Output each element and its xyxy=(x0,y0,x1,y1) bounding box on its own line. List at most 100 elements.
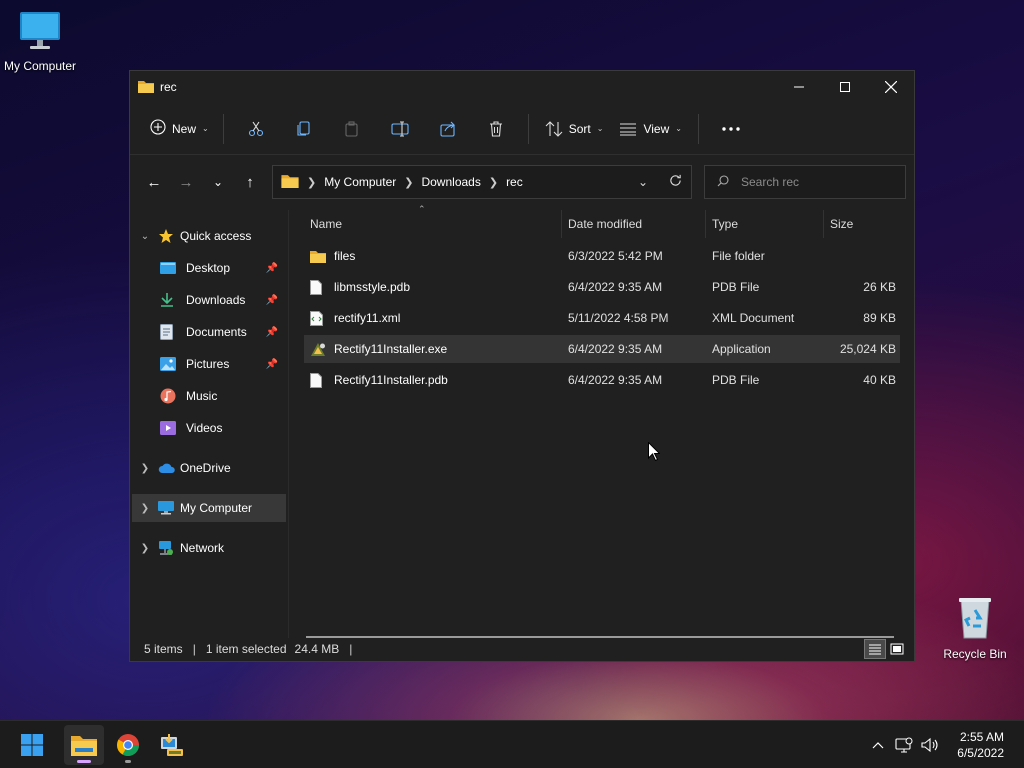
nav-quick-access[interactable]: ⌄ Quick access xyxy=(132,222,286,250)
breadcrumb-chevron-icon[interactable]: ❯ xyxy=(404,176,413,189)
more-options-button[interactable] xyxy=(707,113,755,145)
recent-locations-button[interactable]: ⌄ xyxy=(202,166,234,198)
column-header-name[interactable]: Name xyxy=(304,210,562,238)
nav-downloads[interactable]: Downloads 📌 xyxy=(132,286,286,314)
pin-icon[interactable]: 📌 xyxy=(266,263,278,274)
chevron-down-icon[interactable]: ⌄ xyxy=(132,231,158,242)
details-view-button[interactable] xyxy=(864,639,886,659)
column-header-type[interactable]: Type xyxy=(706,210,824,238)
desktop-my-computer[interactable]: My Computer xyxy=(0,10,80,73)
breadcrumb-downloads[interactable]: Downloads xyxy=(421,175,480,189)
file-row[interactable]: files 6/3/2022 5:42 PM File folder xyxy=(304,242,900,270)
up-button[interactable]: ↑ xyxy=(234,166,266,198)
nav-onedrive[interactable]: ❯ OneDrive xyxy=(132,454,286,482)
nav-documents[interactable]: Documents 📌 xyxy=(132,318,286,346)
breadcrumb-my-computer[interactable]: My Computer xyxy=(324,175,396,189)
breadcrumb-chevron-icon[interactable]: ❯ xyxy=(489,176,498,189)
sort-button[interactable]: Sort ⌄ xyxy=(537,113,612,145)
nav-label: Documents xyxy=(186,325,247,339)
trash-icon xyxy=(489,120,502,137)
close-button[interactable] xyxy=(868,71,914,103)
breadcrumb-chevron-icon[interactable]: ❯ xyxy=(307,176,316,189)
search-input[interactable] xyxy=(741,175,891,189)
star-icon xyxy=(158,228,178,244)
pin-icon[interactable]: 📌 xyxy=(266,295,278,306)
breadcrumb-rec[interactable]: rec xyxy=(506,175,523,189)
clock[interactable]: 2:55 AM 6/5/2022 xyxy=(957,729,1004,761)
new-button[interactable]: New ⌄ xyxy=(144,113,215,145)
command-bar: New ⌄ Sort ⌄ View ⌄ xyxy=(130,103,914,155)
clock-date: 6/5/2022 xyxy=(957,746,1004,760)
nav-label: OneDrive xyxy=(180,461,231,475)
desktop-icon xyxy=(160,261,180,275)
large-icons-view-button[interactable] xyxy=(886,639,908,659)
start-button[interactable] xyxy=(12,725,52,765)
installer-icon xyxy=(161,733,183,756)
taskbar-installer[interactable] xyxy=(152,725,192,765)
nav-my-computer[interactable]: ❯ My Computer xyxy=(132,494,286,522)
taskbar-file-explorer[interactable] xyxy=(64,724,104,765)
selection-count: 1 item selected xyxy=(205,642,287,656)
folder-icon xyxy=(281,173,299,191)
nav-pictures[interactable]: Pictures 📌 xyxy=(132,350,286,378)
clock-time: 2:55 AM xyxy=(959,730,1004,744)
back-button[interactable]: ← xyxy=(138,166,170,198)
pin-icon[interactable]: 📌 xyxy=(266,359,278,370)
nav-videos[interactable]: Videos xyxy=(132,414,286,442)
column-headers: Name Date modified Type Size xyxy=(304,210,906,238)
music-icon xyxy=(160,388,180,404)
title-bar[interactable]: rec xyxy=(130,71,914,103)
file-date: 6/4/2022 9:35 AM xyxy=(568,280,663,294)
arrow-right-icon: → xyxy=(178,173,194,191)
show-hidden-icons-chevron-up-icon[interactable] xyxy=(865,741,891,749)
copy-button[interactable] xyxy=(280,113,328,145)
view-button[interactable]: View ⌄ xyxy=(611,113,690,145)
file-row[interactable]: rectify11.xml 5/11/2022 4:58 PM XML Docu… xyxy=(304,304,900,332)
chevron-right-icon[interactable]: ❯ xyxy=(132,503,158,514)
file-date: 6/4/2022 9:35 AM xyxy=(568,373,663,387)
nav-desktop[interactable]: Desktop 📌 xyxy=(132,254,286,282)
column-header-size[interactable]: Size xyxy=(824,210,900,238)
status-separator: | xyxy=(192,642,196,656)
chevron-down-icon: ⌄ xyxy=(202,124,209,133)
delete-button[interactable] xyxy=(472,113,520,145)
close-icon xyxy=(885,81,897,93)
nav-network[interactable]: ❯ Network xyxy=(132,534,286,562)
file-type: PDB File xyxy=(712,280,760,294)
forward-button[interactable]: → xyxy=(170,166,202,198)
maximize-button[interactable] xyxy=(822,71,868,103)
refresh-button[interactable] xyxy=(659,174,691,190)
pictures-icon xyxy=(160,357,180,371)
taskbar-chrome[interactable] xyxy=(108,725,148,765)
address-bar[interactable]: ❯ My Computer ❯ Downloads ❯ rec ⌄ xyxy=(272,165,692,199)
plus-circle-icon xyxy=(150,119,166,138)
desktop-recycle-bin[interactable]: Recycle Bin xyxy=(935,596,1015,661)
volume-icon[interactable] xyxy=(917,737,943,753)
nav-label: Videos xyxy=(186,421,223,435)
share-button[interactable] xyxy=(424,113,472,145)
app-icon xyxy=(310,342,328,357)
network-status-icon[interactable] xyxy=(891,737,917,753)
chevron-right-icon[interactable]: ❯ xyxy=(132,543,158,554)
minimize-button[interactable] xyxy=(776,71,822,103)
column-header-date[interactable]: Date modified xyxy=(562,210,706,238)
file-type: File folder xyxy=(712,249,765,263)
file-row-selected[interactable]: Rectify11Installer.exe 6/4/2022 9:35 AM … xyxy=(304,335,900,363)
cut-button[interactable] xyxy=(232,113,280,145)
nav-music[interactable]: Music xyxy=(132,382,286,410)
arrow-up-icon: ↑ xyxy=(246,173,254,191)
file-row[interactable]: libmsstyle.pdb 6/4/2022 9:35 AM PDB File… xyxy=(304,273,900,301)
pin-icon[interactable]: 📌 xyxy=(266,327,278,338)
desktop-my-computer-label: My Computer xyxy=(3,59,77,73)
address-dropdown-chevron-icon[interactable]: ⌄ xyxy=(627,175,659,189)
paste-button[interactable] xyxy=(328,113,376,145)
file-row[interactable]: Rectify11Installer.pdb 6/4/2022 9:35 AM … xyxy=(304,366,900,394)
search-box[interactable] xyxy=(704,165,906,199)
file-explorer-icon xyxy=(71,735,97,756)
copy-icon xyxy=(297,120,310,136)
sort-button-label: Sort xyxy=(568,121,591,136)
file-size: 26 KB xyxy=(863,280,896,294)
chevron-right-icon[interactable]: ❯ xyxy=(132,463,158,474)
rename-button[interactable] xyxy=(376,113,424,145)
sort-icon xyxy=(545,120,563,137)
